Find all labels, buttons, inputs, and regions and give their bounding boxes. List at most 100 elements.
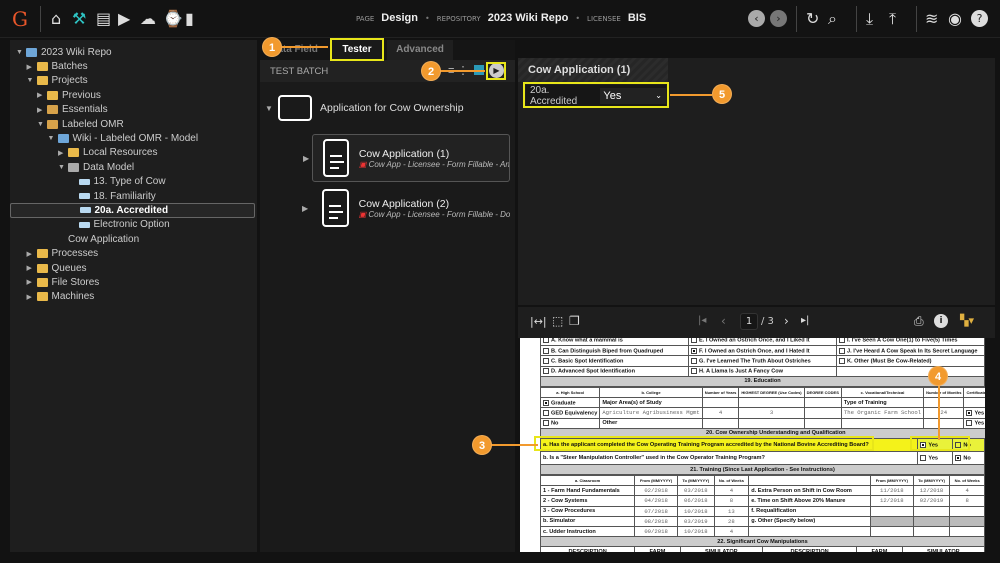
tools-icon[interactable]: ⚒	[72, 9, 86, 28]
last-page-icon[interactable]: ▸|	[801, 315, 809, 326]
refresh-icon[interactable]: ↻	[806, 9, 819, 28]
checkbox[interactable]	[920, 454, 927, 461]
document-title: Cow Application (1)	[358, 147, 450, 160]
checkbox[interactable]	[691, 347, 697, 354]
form-text: E. I Owned an Ostrich Once, and I Liked …	[699, 338, 810, 344]
layout-menu-icon[interactable]: ▚▾	[960, 314, 974, 327]
briefcase-clock-icon[interactable]: ⌚	[163, 9, 183, 28]
play-box-icon[interactable]: ▶	[118, 9, 130, 28]
tree-item[interactable]: ▼ 2023 Wiki Repo	[10, 45, 257, 59]
checkbox[interactable]	[966, 419, 973, 426]
checkbox[interactable]	[543, 409, 549, 416]
results-title: Cow Application (1)	[518, 58, 668, 82]
tree-item[interactable]: ▼ Labeled OMR	[10, 117, 257, 131]
fit-page-icon[interactable]: ⬚	[552, 314, 563, 328]
expand-arrow-icon[interactable]: ▼	[27, 77, 37, 84]
tree-item[interactable]: ▼ Wiki - Labeled OMR - Model	[10, 131, 257, 145]
tree-item[interactable]: ▶ Essentials	[10, 103, 257, 117]
checkbox[interactable]	[839, 357, 845, 364]
expand-arrow-icon[interactable]: ▶	[37, 91, 47, 99]
home-icon[interactable]: ⌂	[51, 9, 61, 28]
expand-arrow-icon[interactable]: ▶	[37, 106, 47, 114]
highlight-field-value	[523, 82, 669, 108]
fit-width-icon[interactable]: |↔|	[530, 315, 547, 328]
bar-chart-icon[interactable]: ▮	[185, 9, 194, 28]
batch-folder[interactable]: ▼ Application for Cow Ownership	[260, 92, 515, 124]
forward-button[interactable]: ›	[770, 10, 787, 27]
help-icon[interactable]: ?	[971, 10, 988, 27]
upload-icon[interactable]: ⤒	[889, 9, 896, 29]
info-icon[interactable]: i	[934, 314, 948, 328]
batch-document-2[interactable]: ▶ Cow Application (2) ▣ Cow App - License…	[302, 184, 510, 232]
checkbox[interactable]	[543, 357, 549, 364]
user-icon[interactable]: ◉	[948, 9, 962, 28]
expand-arrow-icon[interactable]: ▼	[58, 164, 68, 171]
form-text: HIGHEST DEGREE (Use Codes)	[741, 390, 802, 396]
tree-item[interactable]: 13. Type of Cow	[10, 175, 257, 189]
download-icon[interactable]: ⤓	[866, 9, 873, 29]
expand-arrow-icon[interactable]: ▼	[48, 135, 58, 142]
next-page-icon[interactable]: ›	[784, 314, 789, 328]
print-icon[interactable]: ⎙	[914, 314, 924, 329]
form-text: K. Other (Must Be Cow-Related)	[847, 358, 932, 365]
search-icon[interactable]: ⌕	[828, 9, 837, 29]
tree-item[interactable]: ▼ Projects	[10, 74, 257, 88]
checkbox[interactable]	[691, 357, 697, 364]
expand-arrow-icon[interactable]: ▶	[302, 204, 308, 213]
tree-item[interactable]: ▶ Batches	[10, 59, 257, 73]
cloud-upload-icon[interactable]: ☁	[140, 9, 156, 28]
batch-document-1[interactable]: ▶ Cow Application (1) ▣ Cow App - License…	[303, 134, 510, 182]
tree-item[interactable]: ▶ Machines	[10, 290, 257, 304]
tree-item[interactable]: ▶ Local Resources	[10, 146, 257, 160]
tree-item[interactable]: ▶ File Stores	[10, 275, 257, 289]
form-text: 02/2019	[919, 497, 944, 505]
checkbox[interactable]	[543, 399, 549, 406]
expand-arrow-icon[interactable]: ▶	[58, 149, 68, 157]
callout-2: 2	[421, 61, 441, 81]
tab-advanced[interactable]: Advanced	[387, 40, 453, 60]
expand-arrow-icon[interactable]: ▼	[37, 121, 47, 128]
expand-arrow-icon[interactable]: ▼	[16, 49, 26, 56]
checkbox[interactable]	[543, 338, 549, 344]
previous-page-icon[interactable]: ‹	[721, 314, 726, 328]
back-button[interactable]: ‹	[748, 10, 765, 27]
form-text: 4	[718, 409, 723, 417]
tree-item[interactable]: 20a. Accredited	[10, 203, 255, 218]
tree-item[interactable]: ▼ Data Model	[10, 160, 257, 174]
checkbox[interactable]	[691, 338, 697, 344]
checkbox[interactable]	[543, 419, 549, 426]
checkbox[interactable]	[543, 347, 549, 354]
tree-item-label: Batches	[51, 61, 88, 73]
page-number-input[interactable]: 1	[740, 313, 758, 330]
tree-item-label: Previous	[62, 89, 101, 101]
expand-arrow-icon[interactable]: ▶	[27, 264, 37, 272]
expand-arrow-icon[interactable]: ▶	[303, 154, 309, 163]
expand-arrow-icon[interactable]: ▶	[27, 63, 37, 71]
archive-icon[interactable]: ▤	[96, 9, 111, 28]
database-icon[interactable]: ≋	[925, 9, 938, 28]
checkbox[interactable]	[839, 338, 845, 344]
tree-item-label: Data Model	[83, 161, 135, 173]
training-table: a. Classroom From (MM/YYYY) To (MM/YYYY) No…	[539, 474, 985, 548]
collapse-arrow-icon[interactable]: ▼	[260, 104, 278, 113]
checkbox[interactable]	[691, 367, 697, 374]
first-page-icon[interactable]: |◂	[698, 315, 706, 326]
checkbox[interactable]	[955, 454, 962, 461]
divider	[796, 6, 797, 32]
form-text: Type of Training	[843, 399, 887, 406]
checkbox[interactable]	[966, 409, 973, 416]
tree-item[interactable]: ▶ Previous	[10, 88, 257, 102]
breadcrumb: PAGE Design • REPOSITORY 2023 Wiki Repo …	[356, 12, 646, 24]
tree-item-label: Machines	[51, 291, 95, 303]
expand-arrow-icon[interactable]: ▶	[27, 278, 37, 286]
tree-item[interactable]: Electronic Option	[10, 218, 257, 232]
copy-pages-icon[interactable]: ❐	[569, 314, 580, 328]
checkbox[interactable]	[839, 347, 845, 354]
expand-arrow-icon[interactable]: ▶	[27, 250, 37, 258]
checkbox[interactable]	[543, 367, 549, 374]
expand-arrow-icon[interactable]: ▶	[27, 293, 37, 301]
tree-item[interactable]: ▶ Queues	[10, 261, 257, 275]
tree-item[interactable]: ▶ Processes	[10, 246, 257, 260]
tree-item[interactable]: Cow Application	[10, 232, 541, 387]
tree-item[interactable]: 18. Familiarity	[10, 189, 257, 203]
